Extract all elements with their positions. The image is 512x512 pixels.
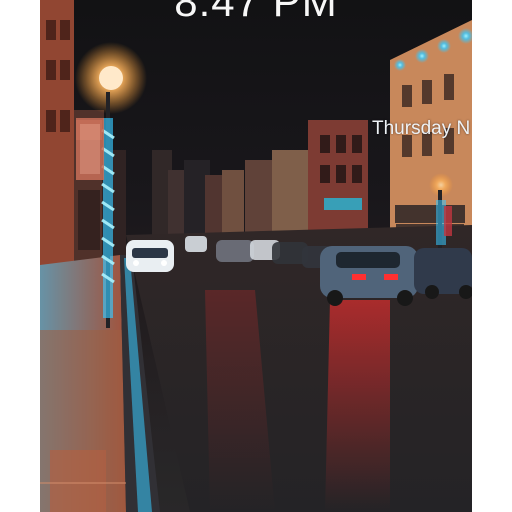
lock-screen: 8:47 PM Thursday N: [40, 0, 472, 512]
clock-time: 8:47 PM: [174, 0, 338, 25]
clock-date: Thursday N: [372, 118, 471, 139]
wallpaper-night-street: [40, 0, 472, 512]
